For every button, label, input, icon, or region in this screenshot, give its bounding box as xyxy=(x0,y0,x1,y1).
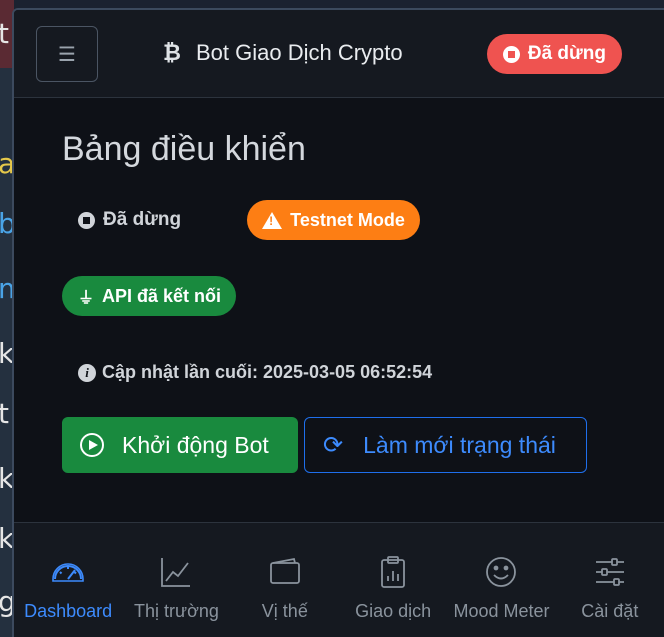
api-status-badge: ⏚ API đã kết nối xyxy=(62,276,237,316)
start-bot-button[interactable]: Khởi động Bot xyxy=(62,417,298,473)
nav-label: Dashboard xyxy=(24,601,113,621)
sliders-icon xyxy=(595,558,624,586)
nav-item-mood-meter[interactable]: Mood Meter xyxy=(447,523,555,637)
chart-line-icon xyxy=(161,558,191,587)
bottom-nav: Dashboard Thị trường Vị thế Giao dịch Mo… xyxy=(14,522,664,637)
status-row: Đã dừng Testnet Mode xyxy=(62,200,420,240)
nav-label: Vị thế xyxy=(261,601,308,621)
bot-state: Đã dừng xyxy=(78,209,181,231)
nav-item-settings[interactable]: Cài đặt xyxy=(556,523,664,637)
wallet-icon xyxy=(269,557,300,584)
app-window: ☰ ₿ Bot Giao Dịch Crypto Đã dừng Bảng đi… xyxy=(12,8,664,637)
bot-state-label: Đã dừng xyxy=(103,209,182,230)
hamburger-icon: ☰ xyxy=(58,43,76,66)
stop-circle-icon xyxy=(78,211,95,229)
top-navbar: ☰ ₿ Bot Giao Dịch Crypto Đã dừng xyxy=(14,10,664,98)
refresh-status-button[interactable]: ⟳ Làm mới trạng thái xyxy=(304,417,587,473)
plug-icon: ⏚ xyxy=(78,290,95,307)
nav-label: Thị trường xyxy=(134,601,219,621)
editor-char: t xyxy=(0,397,9,430)
nav-item-market[interactable]: Thị trường xyxy=(122,523,230,637)
warning-icon xyxy=(262,211,283,229)
menu-toggle-button[interactable]: ☰ xyxy=(36,26,98,82)
dashboard-panel: Bảng điều khiển Đã dừng Testnet Mode ⏚ A… xyxy=(62,130,664,473)
last-updated-label: Cập nhật lần cuối: 2025-03-05 06:52:54 xyxy=(102,362,433,382)
api-status-label: API đã kết nối xyxy=(102,285,222,306)
nav-item-dashboard[interactable]: Dashboard xyxy=(14,523,122,637)
brand-title: Bot Giao Dịch Crypto xyxy=(196,40,403,65)
bot-status-label: Đã dừng xyxy=(527,43,606,64)
nav-item-trades[interactable]: Giao dịch xyxy=(339,523,447,637)
refresh-icon: ⟳ xyxy=(323,431,344,459)
nav-item-positions[interactable]: Vị thế xyxy=(231,523,339,637)
brand[interactable]: ₿ Bot Giao Dịch Crypto xyxy=(162,40,403,66)
info-icon: i xyxy=(78,363,96,382)
nav-label: Mood Meter xyxy=(453,601,550,621)
clipboard-data-icon xyxy=(381,556,406,588)
testnet-badge: Testnet Mode xyxy=(247,200,420,240)
testnet-label: Testnet Mode xyxy=(290,209,405,230)
bot-status-badge: Đã dừng xyxy=(486,34,622,74)
play-circle-icon xyxy=(80,433,104,457)
speedometer-icon xyxy=(52,563,84,582)
page-title: Bảng điều khiển xyxy=(62,130,306,168)
refresh-status-label: Làm mới trạng thái xyxy=(363,431,556,458)
editor-char: t xyxy=(0,17,9,50)
nav-label: Cài đặt xyxy=(581,601,639,621)
emoji-smile-icon xyxy=(486,557,517,587)
bitcoin-icon: ₿ xyxy=(163,40,181,65)
start-bot-label: Khởi động Bot xyxy=(122,431,269,458)
nav-label: Giao dịch xyxy=(355,601,432,621)
last-updated: i Cập nhật lần cuối: 2025-03-05 06:52:54 xyxy=(78,362,432,383)
stop-circle-icon xyxy=(502,45,520,63)
